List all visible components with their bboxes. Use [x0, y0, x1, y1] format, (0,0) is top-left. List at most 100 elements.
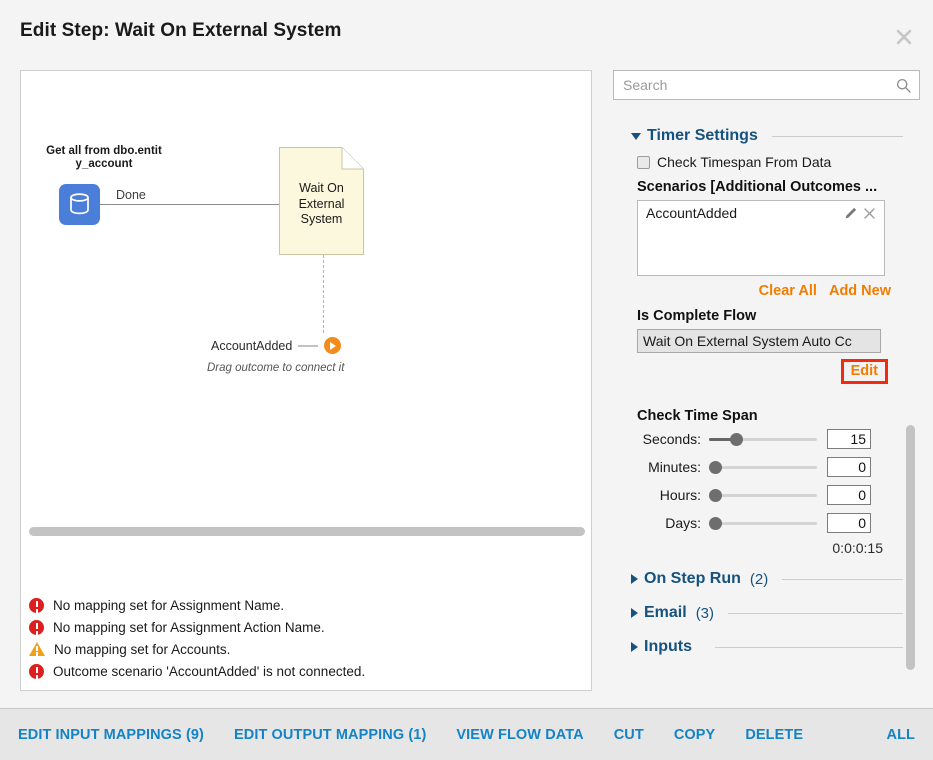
outcome-dash	[298, 344, 319, 347]
section-timer-settings: Timer Settings Check Timespan From Data …	[631, 127, 903, 384]
chevron-right-icon	[631, 574, 638, 584]
error-icon	[29, 619, 44, 635]
slider-thumb[interactable]	[709, 489, 722, 502]
page-title: Edit Step: Wait On External System	[20, 20, 342, 41]
section-count: (2)	[749, 570, 769, 588]
edit-step-dialog: Edit Step: Wait On External System Get a…	[0, 0, 933, 760]
days-value[interactable]: 0	[827, 513, 871, 533]
validation-messages: No mapping set for Assignment Name. No m…	[29, 594, 583, 682]
canvas-scroll-thumb[interactable]	[29, 527, 585, 536]
divider	[715, 646, 903, 648]
close-icon[interactable]	[860, 204, 878, 222]
is-complete-flow-field[interactable]: Wait On External System Auto Cc	[637, 329, 881, 353]
divider	[728, 612, 903, 614]
list-item[interactable]: AccountAdded	[638, 201, 884, 225]
section-header-inputs[interactable]: Inputs	[631, 638, 903, 656]
section-header-email[interactable]: Email (3)	[631, 604, 903, 622]
is-complete-flow-label: Is Complete Flow	[637, 308, 757, 324]
edit-button[interactable]: Edit	[840, 359, 888, 384]
slider-seconds[interactable]	[709, 430, 817, 448]
error-icon	[29, 663, 44, 679]
play-icon[interactable]	[324, 337, 342, 354]
all-button[interactable]: ALL	[887, 727, 916, 743]
time-span-total: 0:0:0:15	[832, 540, 883, 556]
note-node-wait-on-external-system[interactable]: Wait On External System	[279, 147, 364, 255]
slider-label: Minutes:	[648, 459, 701, 475]
section-header-timer-settings[interactable]: Timer Settings	[631, 127, 903, 145]
slider-row-days: Days: 0	[631, 510, 903, 536]
scenarios-label: Scenarios [Additional Outcomes ...	[637, 179, 878, 195]
search-input[interactable]	[614, 71, 919, 99]
clear-all-button[interactable]: Clear All	[759, 283, 817, 299]
error-icon	[29, 597, 44, 613]
check-time-span-title: Check Time Span	[637, 408, 758, 424]
panel-vertical-scrollbar[interactable]	[906, 425, 915, 670]
edit-output-mapping-button[interactable]: EDIT OUTPUT MAPPING (1)	[234, 727, 426, 743]
copy-button[interactable]: COPY	[674, 727, 716, 743]
slider-label: Seconds:	[642, 431, 701, 447]
scenarios-listbox[interactable]: AccountAdded	[637, 200, 885, 276]
chevron-right-icon	[631, 642, 638, 652]
search-icon	[896, 78, 911, 98]
database-icon[interactable]	[59, 184, 100, 225]
flow-diagram: Get all from dbo.entity_account Done Wai…	[21, 71, 591, 690]
minutes-value[interactable]: 0	[827, 457, 871, 477]
close-icon[interactable]	[889, 22, 919, 52]
slider-row-seconds: Seconds: 15	[631, 426, 903, 452]
section-title: On Step Run	[644, 570, 741, 587]
footer-toolbar: EDIT INPUT MAPPINGS (9) EDIT OUTPUT MAPP…	[0, 708, 933, 760]
outcome-connector	[323, 255, 324, 333]
message-text: No mapping set for Accounts.	[54, 641, 231, 657]
slider-track	[709, 466, 817, 469]
edit-input-mappings-button[interactable]: EDIT INPUT MAPPINGS (9)	[18, 727, 204, 743]
chevron-right-icon	[631, 608, 638, 618]
outcome-hint: Drag outcome to connect it	[207, 362, 345, 374]
note-node-label: Wait On External System	[298, 181, 345, 226]
chevron-down-icon	[631, 132, 641, 140]
slider-row-hours: Hours: 0	[631, 482, 903, 508]
flow-canvas[interactable]: Get all from dbo.entity_account Done Wai…	[20, 70, 592, 691]
outcome-accountadded[interactable]: AccountAdded	[211, 337, 342, 354]
slider-thumb[interactable]	[709, 517, 722, 530]
list-item: No mapping set for Accounts.	[29, 638, 583, 660]
section-title: Inputs	[644, 638, 692, 655]
slider-minutes[interactable]	[709, 458, 817, 476]
divider	[771, 135, 903, 137]
view-flow-data-button[interactable]: VIEW FLOW DATA	[456, 727, 583, 743]
checkbox-label: Check Timespan From Data	[657, 154, 832, 170]
warning-icon	[29, 642, 45, 656]
slider-thumb[interactable]	[730, 433, 743, 446]
section-header-on-step-run[interactable]: On Step Run (2)	[631, 570, 903, 588]
checkbox-check-timespan-from-data[interactable]: Check Timespan From Data	[637, 154, 903, 170]
add-new-button[interactable]: Add New	[829, 283, 891, 299]
section-head[interactable]: Email (3)	[631, 604, 903, 622]
outcome-label: AccountAdded	[211, 338, 293, 353]
section-title: Timer Settings	[647, 127, 758, 144]
slider-hours[interactable]	[709, 486, 817, 504]
properties-panel: Timer Settings Check Timespan From Data …	[613, 70, 920, 691]
panel-scroll-thumb[interactable]	[906, 425, 915, 670]
seconds-value[interactable]: 15	[827, 429, 871, 449]
pencil-icon[interactable]	[842, 204, 860, 222]
section-head[interactable]: Inputs	[631, 638, 903, 656]
message-text: Outcome scenario 'AccountAdded' is not c…	[53, 663, 366, 679]
slider-days[interactable]	[709, 514, 817, 532]
edge-done	[100, 204, 300, 205]
slider-thumb[interactable]	[709, 461, 722, 474]
slider-label: Days:	[665, 515, 701, 531]
delete-button[interactable]: DELETE	[745, 727, 803, 743]
message-text: No mapping set for Assignment Action Nam…	[53, 619, 325, 635]
section-head[interactable]: On Step Run (2)	[631, 570, 903, 588]
list-item: No mapping set for Assignment Action Nam…	[29, 616, 583, 638]
db-node-label: Get all from dbo.entity_account	[46, 145, 162, 170]
slider-track	[709, 494, 817, 497]
section-count: (3)	[695, 604, 715, 622]
hours-value[interactable]: 0	[827, 485, 871, 505]
slider-label: Hours:	[659, 487, 701, 503]
checkbox-box[interactable]	[637, 155, 650, 169]
cut-button[interactable]: CUT	[614, 727, 644, 743]
list-item: No mapping set for Assignment Name.	[29, 594, 583, 616]
section-title: Email	[644, 604, 687, 621]
canvas-horizontal-scrollbar[interactable]	[29, 527, 585, 536]
search-box[interactable]	[613, 70, 920, 100]
